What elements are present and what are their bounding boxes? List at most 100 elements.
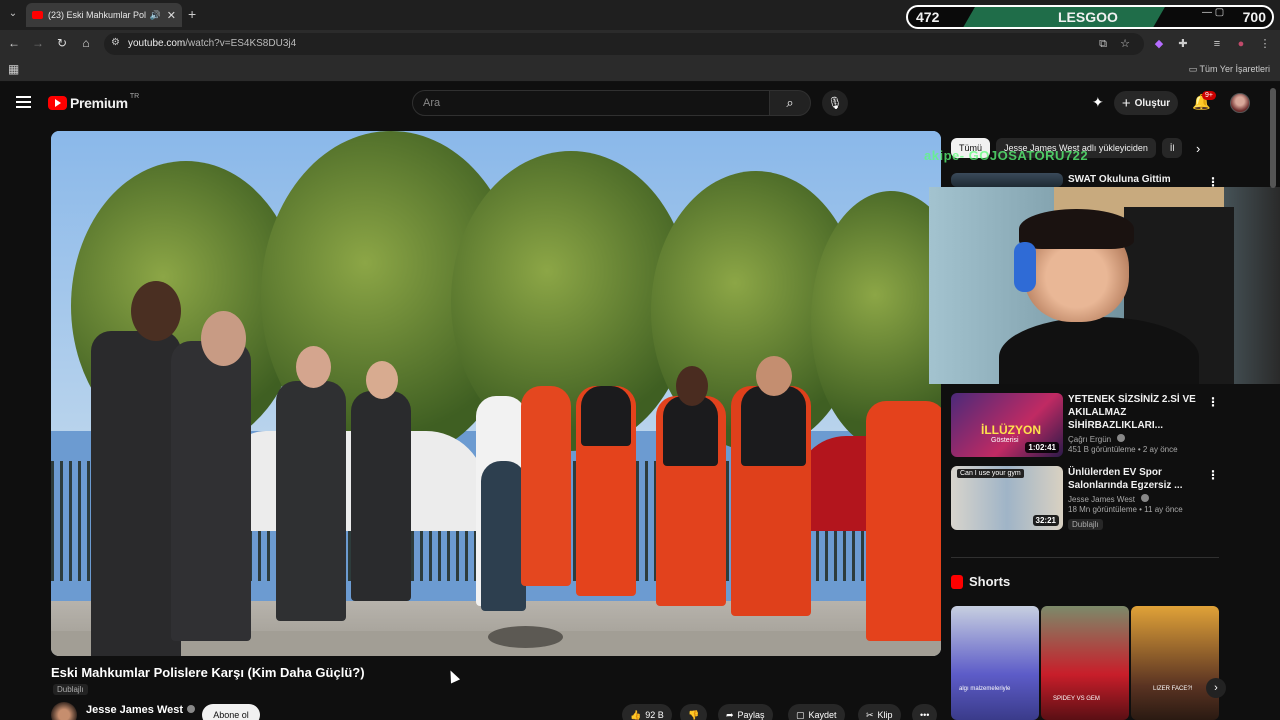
page-scrollbar[interactable]	[1270, 88, 1276, 188]
search-icon: ⌕	[786, 95, 794, 110]
clip-button[interactable]: ✂ Klip	[858, 704, 901, 720]
youtube-logo[interactable]: Premium TR	[48, 93, 139, 111]
extension-icon[interactable]: ◆	[1152, 37, 1166, 51]
officer-figure	[171, 341, 251, 641]
clip-label: Klip	[877, 710, 893, 720]
chips-next-chevron-icon[interactable]: ›	[1196, 141, 1200, 156]
inmate-figure	[521, 386, 571, 586]
like-button[interactable]: 👍 92 B	[622, 704, 672, 720]
browser-menu-icon[interactable]: ⋮	[1258, 37, 1272, 51]
recommendation-thumbnail[interactable]: İLLÜZYON Gösterisi 1:02:41	[951, 393, 1063, 457]
address-url[interactable]: youtube.com/watch?v=ES4KS8DU3j4	[128, 38, 296, 49]
youtube-masthead: Premium TR ⌕ 🎙 ✦ + Oluştur 🔔 9+	[0, 84, 1280, 124]
channel-avatar[interactable]	[51, 702, 77, 720]
recommendation-channel-text: Çağrı Ergün	[1068, 435, 1112, 444]
verified-icon	[187, 705, 196, 713]
more-vert-icon[interactable]: ⋮	[1207, 468, 1219, 482]
recommendation-title[interactable]: Ünlülerden EV Spor Salonlarında Egzersiz…	[1068, 466, 1208, 492]
webcam-hair	[1019, 209, 1134, 249]
recommendation-item[interactable]: Can I use your gym 32:21 Ünlülerden EV S…	[951, 466, 1219, 530]
duration-badge: 1:02:41	[1025, 442, 1059, 453]
logo-text: Premium	[70, 95, 128, 111]
bookmarks-bar: ▦ ▭ Tüm Yer İşaretleri	[0, 58, 1280, 82]
profile-icon[interactable]: ●	[1234, 37, 1248, 51]
forward-arrow-icon[interactable]: →	[30, 36, 46, 50]
recommendation-info: Ünlülerden EV Spor Salonlarında Egzersiz…	[1068, 466, 1208, 532]
short-thumbnail[interactable]: SPIDEY VS GEM	[1041, 606, 1129, 720]
recommendation-channel[interactable]: Jesse James West	[1068, 494, 1208, 504]
avatar[interactable]	[1230, 93, 1250, 113]
bookmark-star-icon[interactable]: ☆	[1118, 37, 1132, 51]
more-vert-icon[interactable]: ⋮	[1207, 395, 1219, 409]
reload-icon[interactable]: ↻	[54, 36, 70, 50]
inmate-head	[756, 356, 792, 396]
address-bar[interactable]: ⚙ youtube.com/watch?v=ES4KS8DU3j4	[104, 33, 1144, 55]
share-button[interactable]: ➦ Paylaş	[718, 704, 773, 720]
inmate-tank-top	[663, 396, 718, 466]
short-caption: SPIDEY VS GEM	[1053, 696, 1100, 702]
premium-spark-icon[interactable]: ✦	[1092, 94, 1104, 111]
overlay-center-text: LESGOO	[1058, 9, 1118, 25]
create-label: Oluştur	[1134, 97, 1171, 109]
tab-title: (23) Eski Mahkumlar Polisle	[48, 10, 146, 20]
browser-tab-bar: ⌄ (23) Eski Mahkumlar Polisle 🔊 ✕ + 472 …	[0, 0, 1280, 30]
media-controls-icon[interactable]: ≡	[1210, 37, 1224, 51]
verified-icon	[1117, 434, 1126, 442]
scissors-icon: ✂	[866, 709, 874, 720]
save-button[interactable]: ▢ Kaydet	[788, 704, 845, 720]
video-player[interactable]	[51, 131, 941, 656]
duration-badge: 32:21	[1032, 515, 1059, 526]
more-actions-button[interactable]: •••	[912, 704, 938, 720]
dubbed-label: Dublajlı	[53, 684, 88, 695]
search-input[interactable]	[423, 97, 743, 109]
thumbnail-subcaption: Gösterisi	[991, 437, 1019, 444]
recommendation-thumbnail[interactable]	[951, 173, 1063, 187]
search-button[interactable]: ⌕	[769, 90, 811, 116]
shorts-title: Shorts	[969, 574, 1011, 589]
menu-icon[interactable]	[16, 96, 31, 108]
thumbnail-caption: İLLÜZYON	[981, 423, 1041, 437]
short-thumbnail[interactable]: LIZER FACE?!	[1131, 606, 1219, 720]
close-tab-icon[interactable]: ✕	[167, 9, 176, 22]
extensions-puzzle-icon[interactable]: ✚	[1176, 37, 1190, 51]
folder-icon: ▭	[1188, 64, 1200, 74]
new-tab-icon[interactable]: +	[188, 6, 196, 22]
search-box	[412, 90, 770, 116]
overlay-right-value: 700	[1242, 9, 1266, 25]
back-arrow-icon[interactable]: ←	[6, 36, 22, 50]
recommendation-thumbnail[interactable]: Can I use your gym 32:21	[951, 466, 1063, 530]
recommendation-title[interactable]: SWAT Okuluna Gittim	[1068, 173, 1208, 186]
manhole	[488, 626, 563, 648]
browser-tab-active[interactable]: (23) Eski Mahkumlar Polisle 🔊 ✕	[26, 3, 182, 27]
create-button[interactable]: + Oluştur	[1114, 91, 1178, 115]
apps-grid-icon[interactable]: ▦	[8, 62, 19, 76]
recommendation-channel[interactable]: Çağrı Ergün	[1068, 434, 1208, 444]
all-bookmarks[interactable]: ▭ Tüm Yer İşaretleri	[1189, 64, 1270, 75]
share-icon: ➦	[726, 709, 734, 720]
like-count: 92 B	[645, 710, 664, 720]
site-info-icon[interactable]: ⚙	[111, 37, 120, 48]
mouse-cursor	[445, 668, 461, 684]
subscribe-button[interactable]: Abone ol	[202, 704, 260, 720]
chip-related[interactable]: İl	[1161, 138, 1183, 158]
recommendation-item[interactable]: İLLÜZYON Gösterisi 1:02:41 YETENEK SİZSİ…	[951, 393, 1219, 457]
webcam-overlay	[929, 187, 1280, 384]
install-app-icon[interactable]: ⧉	[1096, 37, 1110, 51]
inmate-tank-top	[741, 386, 806, 466]
thumbnail-caption: Can I use your gym	[957, 469, 1024, 478]
section-divider	[951, 557, 1219, 558]
voice-search-button[interactable]: 🎙	[822, 90, 848, 116]
dislike-button[interactable]: 👎	[680, 704, 708, 720]
officer-head	[201, 311, 246, 366]
dubbed-badge: Dublajlı	[1068, 519, 1103, 530]
short-thumbnail[interactable]: algı malzemeleriyle	[951, 606, 1039, 720]
short-caption: algı malzemeleriyle	[959, 686, 1011, 692]
video-title: Eski Mahkumlar Polislere Karşı (Kim Daha…	[51, 665, 365, 680]
shorts-next-chevron-icon[interactable]: ›	[1206, 678, 1226, 698]
recommendation-title[interactable]: YETENEK SİZSİNİZ 2.Sİ VE AKILALMAZ SİHİR…	[1068, 393, 1208, 432]
tab-search-icon[interactable]: ⌄	[4, 5, 22, 23]
home-icon[interactable]: ⌂	[78, 36, 94, 50]
window-controls[interactable]: — ▢	[1202, 7, 1224, 18]
speaker-icon[interactable]: 🔊	[150, 10, 161, 21]
channel-name[interactable]: Jesse James West	[86, 704, 196, 716]
